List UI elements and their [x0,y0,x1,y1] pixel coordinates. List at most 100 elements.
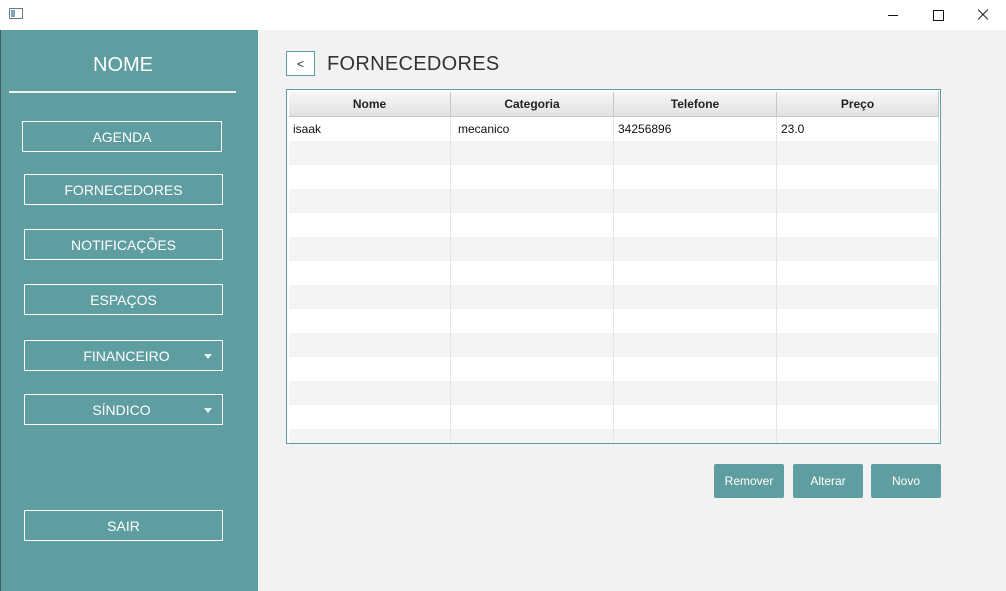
sidebar-item-notificacoes[interactable]: NOTIFICAÇÕES [24,229,223,260]
sidebar-item-label: ESPAÇOS [90,291,157,308]
table-cell-empty [614,333,777,357]
table-cell-empty [614,261,777,285]
column-header-categoria[interactable]: Categoria [451,92,614,116]
table-cell-empty [451,141,614,165]
table-cell-empty [777,189,939,213]
table-cell-empty [777,357,939,381]
table-row-empty [289,429,939,443]
table-cell-empty [289,357,451,381]
table-cell-empty [777,285,939,309]
sidebar-divider [9,91,236,93]
table-cell-categoria: mecanico [451,117,614,141]
page-title: FORNECEDORES [327,53,500,75]
table-cell-empty [777,309,939,333]
table-cell-empty [451,165,614,189]
table-cell-empty [289,141,451,165]
edit-button[interactable]: Alterar [793,464,863,498]
sidebar-item-financeiro[interactable]: FINANCEIRO [24,340,223,371]
table-cell-empty [451,357,614,381]
table-row-empty [289,213,939,237]
minimize-button[interactable] [870,0,916,30]
table-row-empty [289,189,939,213]
table-cell-empty [289,333,451,357]
table-cell-nome: isaak [289,117,451,141]
sidebar-item-label: SÍNDICO [92,401,151,418]
table-row-empty [289,405,939,429]
table-cell-empty [614,165,777,189]
table-row-empty [289,237,939,261]
table-cell-empty [289,213,451,237]
maximize-button[interactable] [915,0,961,30]
sidebar-item-label: NOTIFICAÇÕES [70,236,176,253]
table-cell-empty [614,357,777,381]
table-row-empty [289,165,939,189]
sidebar: NOME AGENDA FORNECEDORES NOTIFICAÇÕES ES… [0,30,258,591]
table-cell-empty [451,213,614,237]
column-header-preco[interactable]: Preço [777,92,939,116]
table-cell-empty [451,189,614,213]
table-row-empty [289,261,939,285]
table-cell-empty [451,429,614,443]
sidebar-item-label: FORNECEDORES [64,181,183,198]
table-cell-empty [777,405,939,429]
table-cell-empty [289,237,451,261]
table-cell-empty [289,189,451,213]
table-cell-empty [614,405,777,429]
table-cell-empty [777,213,939,237]
table-cell-empty [614,309,777,333]
table-cell-empty [289,405,451,429]
table-cell-empty [614,189,777,213]
close-button[interactable] [960,0,1006,30]
table-cell-empty [614,141,777,165]
table-row-empty [289,333,939,357]
table-cell-empty [614,213,777,237]
app-icon [9,8,23,19]
chevron-down-icon [204,354,212,359]
table-cell-empty [451,309,614,333]
sidebar-item-fornecedores[interactable]: FORNECEDORES [24,174,223,205]
logout-label: SAIR [107,517,140,534]
table-cell-empty [289,381,451,405]
table-cell-empty [451,381,614,405]
table-header: Nome Categoria Telefone Preço [289,92,939,117]
sidebar-title: NOME [93,54,153,76]
table-row-empty [289,357,939,381]
sidebar-item-espacos[interactable]: ESPAÇOS [24,284,223,315]
table-cell-empty [777,237,939,261]
column-header-telefone[interactable]: Telefone [614,92,777,116]
table-row-empty [289,141,939,165]
minimize-icon [888,14,898,16]
table-cell-preco: 23.0 [777,117,939,141]
table-cell-empty [451,285,614,309]
column-header-nome[interactable]: Nome [289,92,451,116]
table-cell-empty [777,141,939,165]
table-cell-empty [777,165,939,189]
sidebar-item-agenda[interactable]: AGENDA [22,121,222,152]
table-cell-empty [451,333,614,357]
sidebar-item-sindico[interactable]: SÍNDICO [24,394,223,425]
table-cell-empty [614,285,777,309]
table-cell-empty [289,285,451,309]
table-cell-telefone: 34256896 [614,117,777,141]
table-cell-empty [451,237,614,261]
table-row-empty [289,309,939,333]
window-titlebar [0,0,1006,30]
maximize-icon [932,9,944,21]
logout-button[interactable]: SAIR [24,510,223,541]
table-row-empty [289,381,939,405]
new-button[interactable]: Novo [871,464,941,498]
sidebar-item-label: AGENDA [92,128,152,145]
back-button[interactable]: < [286,51,315,76]
table-cell-empty [289,165,451,189]
table-cell-empty [614,381,777,405]
table-cell-empty [451,405,614,429]
table-row[interactable]: isaak mecanico 34256896 23.0 [289,117,939,141]
suppliers-table[interactable]: Nome Categoria Telefone Preço isaak meca… [286,89,941,444]
table-cell-empty [614,429,777,443]
table-cell-empty [777,261,939,285]
close-icon [977,9,989,21]
table-cell-empty [777,333,939,357]
remove-button[interactable]: Remover [714,464,784,498]
table-row-empty [289,285,939,309]
table-body: isaak mecanico 34256896 23.0 [289,117,939,443]
